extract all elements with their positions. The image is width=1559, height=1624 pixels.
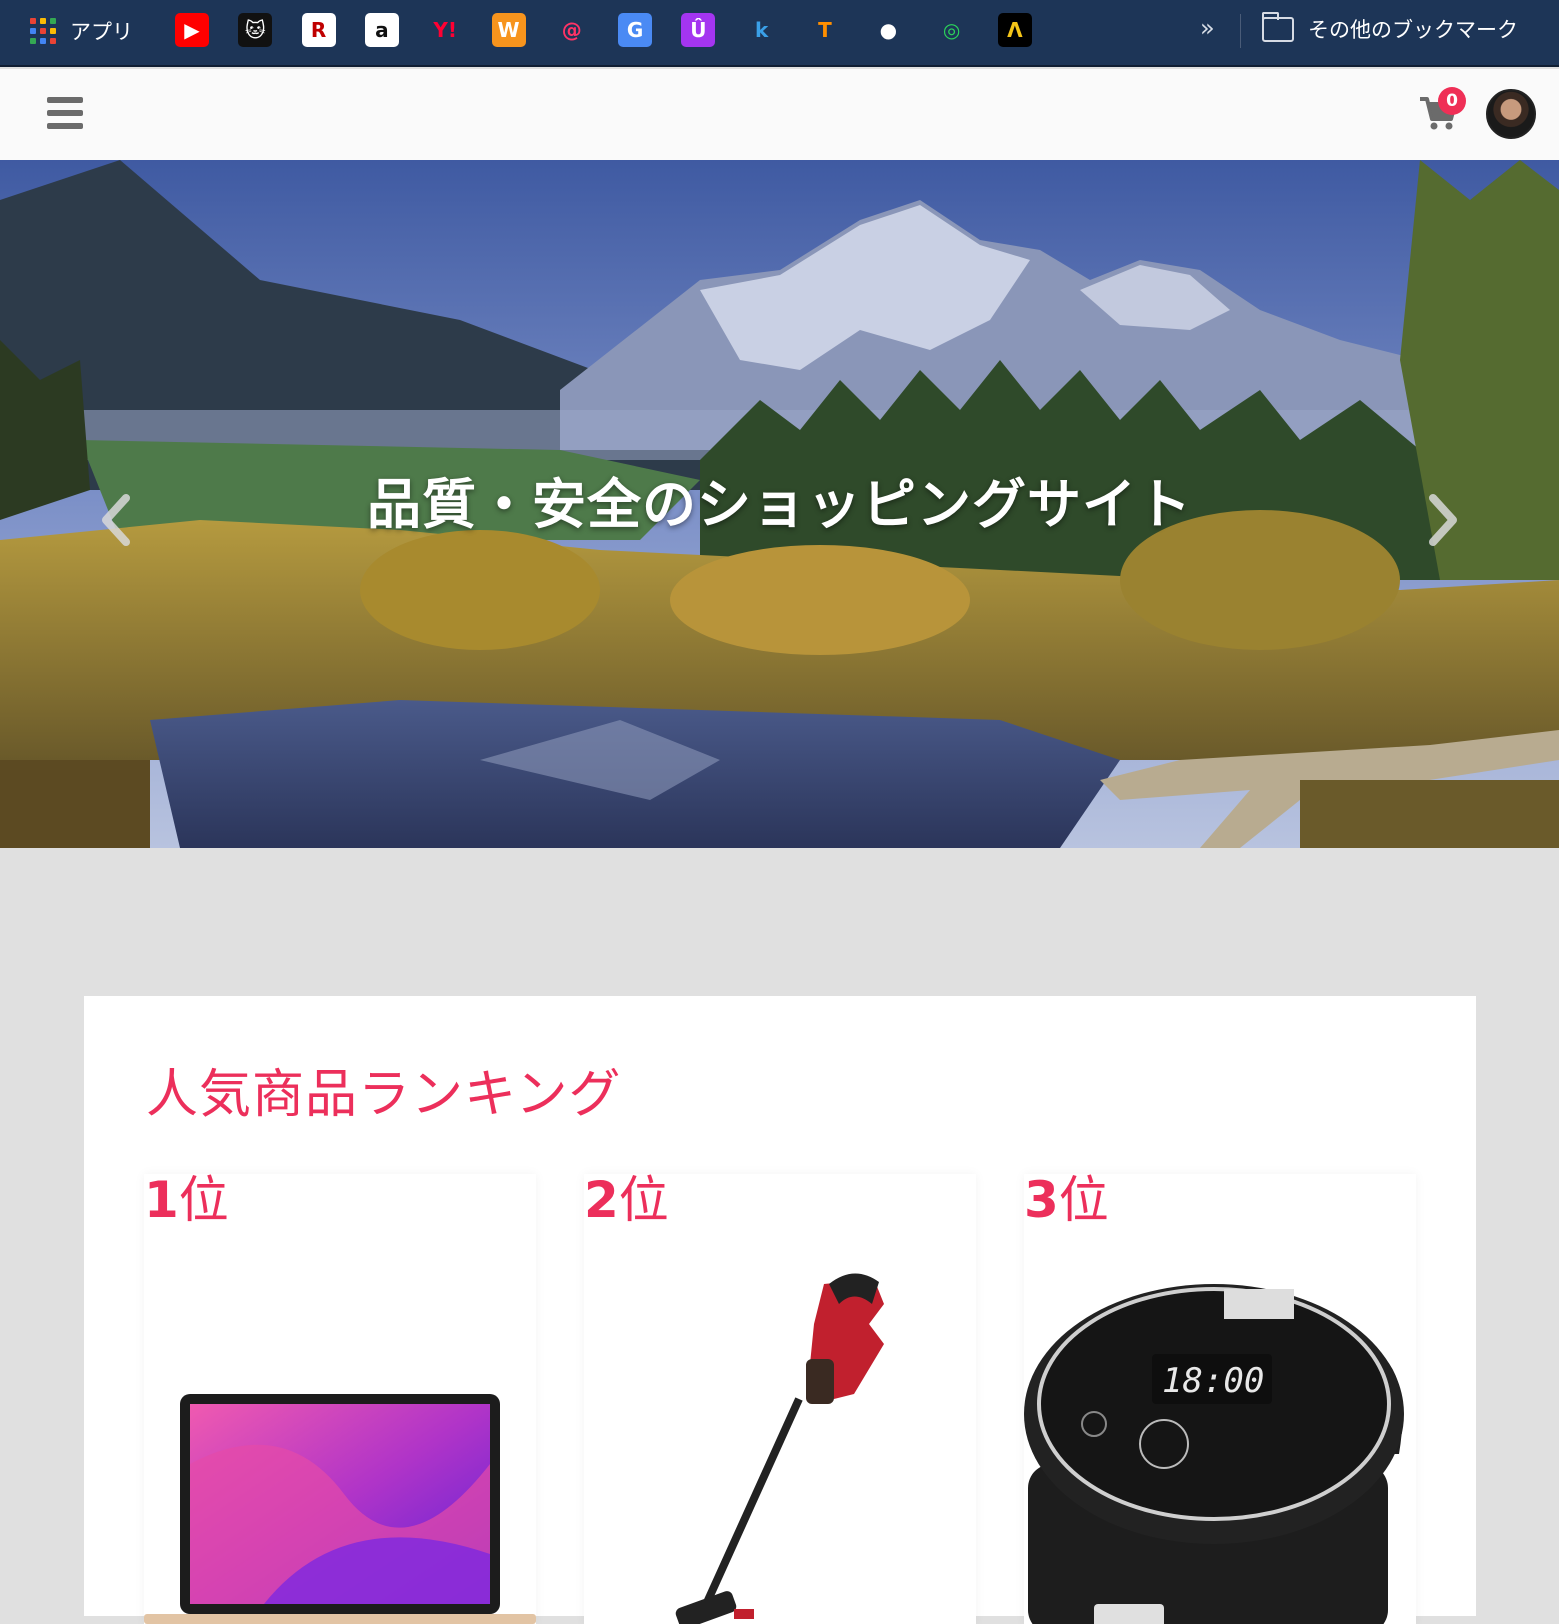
k-icon[interactable]: k (745, 13, 779, 47)
udemy-icon[interactable]: Û (681, 13, 716, 47)
ranking-section: 人気商品ランキング 1位 2位 3位 18:00 (84, 996, 1476, 1624)
apps-shortcut[interactable]: アプリ (30, 16, 133, 46)
site-header: 0 (0, 69, 1559, 160)
rank-label-3: 3位 (1024, 1171, 1109, 1229)
bookmarks-bar: アプリ ▶ 🐱 Ra Y! W @ G Ûk T ● ◎ Λ » その他のブックマーク (0, 0, 1559, 67)
apps-label: アプリ (70, 20, 133, 44)
cart-count-badge: 0 (1438, 87, 1466, 115)
rakuten-icon[interactable]: R (301, 13, 336, 47)
laptop-product-image (144, 1394, 536, 1624)
more-bookmarks-chevron-icon[interactable]: » (1200, 14, 1215, 42)
other-bookmarks-label: その他のブックマーク (1308, 18, 1518, 42)
rank-label-1: 1位 (144, 1171, 229, 1229)
hero-title: 品質・安全のショッピングサイト (367, 473, 1192, 536)
svg-text:18:00: 18:00 (1162, 1361, 1264, 1401)
github-icon[interactable]: ● (871, 13, 905, 47)
youtube-icon[interactable]: ▶ (175, 13, 209, 47)
stick-vacuum-product-image (675, 1273, 884, 1624)
folder-icon (1262, 11, 1294, 42)
circle-icon[interactable]: ◎ (935, 13, 969, 47)
rice-cooker-product-image: 18:00 (1024, 1284, 1404, 1624)
ranking-card-2[interactable]: 2位 (584, 1171, 976, 1624)
user-avatar[interactable] (1486, 89, 1536, 139)
bookmarks-divider (1240, 14, 1241, 48)
ranking-card-3[interactable]: 3位 18:00 (1024, 1171, 1416, 1624)
rank-label-2: 2位 (584, 1171, 669, 1229)
hamburger-menu-icon[interactable] (47, 97, 83, 129)
yahoo-icon[interactable]: Y! (428, 13, 462, 47)
google-translate-icon[interactable]: G (618, 13, 653, 47)
ranking-title: 人気商品ランキング (146, 1065, 622, 1125)
other-bookmarks-folder[interactable]: その他のブックマーク (1262, 11, 1518, 44)
w-icon[interactable]: W (491, 13, 526, 47)
tensorflow-icon[interactable]: T (808, 13, 842, 47)
apps-grid-icon (30, 18, 56, 44)
amazon-icon[interactable]: a (364, 13, 399, 47)
lambda-icon[interactable]: Λ (997, 13, 1032, 47)
ranking-card-1[interactable]: 1位 (144, 1171, 536, 1624)
cat-icon[interactable]: 🐱 (238, 13, 273, 47)
at-icon[interactable]: @ (555, 13, 589, 47)
hero-carousel: 品質・安全のショッピングサイト (0, 160, 1559, 848)
